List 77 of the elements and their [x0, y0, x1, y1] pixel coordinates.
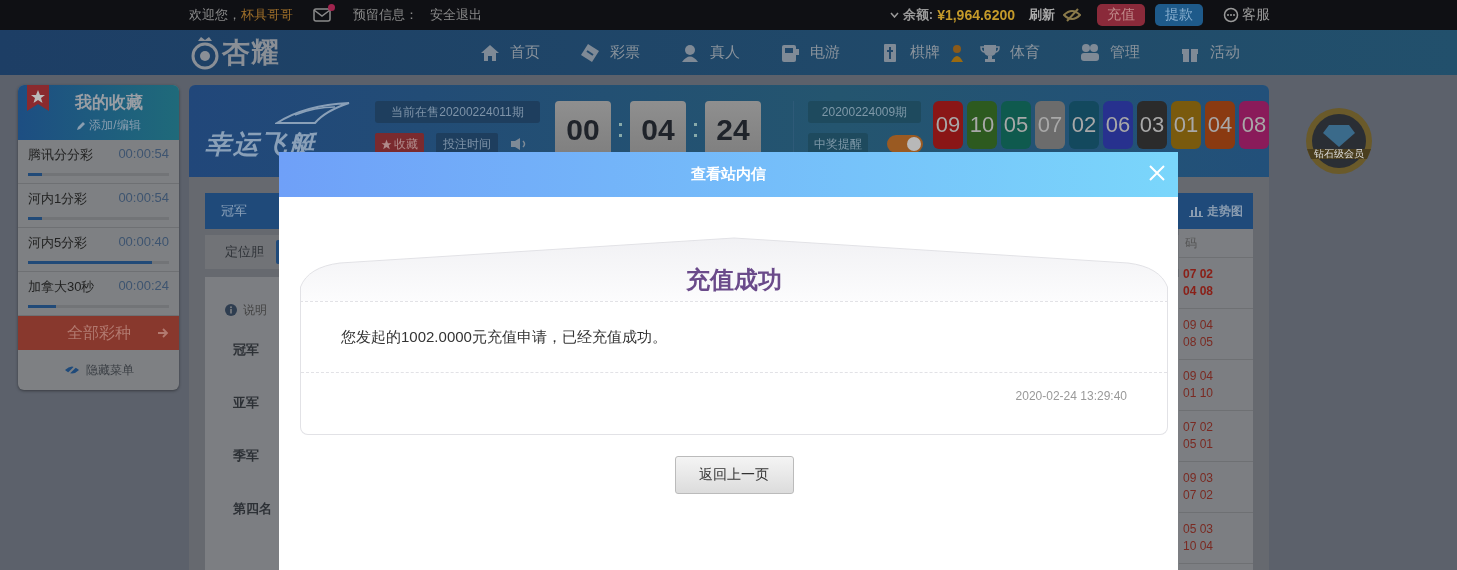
vip-label: 钻石级会员	[1313, 148, 1365, 160]
slot-icon[interactable]	[780, 42, 800, 63]
crown-emblem-icon	[190, 34, 220, 71]
close-icon[interactable]	[1148, 164, 1166, 182]
deposit-button[interactable]: 充值	[1097, 4, 1145, 26]
chat-icon[interactable]	[1223, 7, 1239, 23]
ticket-icon[interactable]	[580, 42, 600, 63]
back-button[interactable]: 返回上一页	[674, 456, 794, 494]
star-icon	[381, 138, 392, 150]
countdown-time: 00:00:40	[118, 234, 169, 251]
draw-numbers: 09 04 08 05	[1179, 309, 1253, 360]
draw-numbers: 07 02 04 08	[1179, 258, 1253, 309]
nav-item[interactable]: 棋牌	[910, 43, 940, 62]
hide-menu-link[interactable]: 隐藏菜单	[85, 361, 134, 379]
message-date: 2020-02-24 13:29:40	[1015, 389, 1127, 405]
site-logo[interactable]: 杏耀	[222, 33, 280, 72]
withdraw-button[interactable]: 提款	[1155, 4, 1203, 26]
bookmark-icon	[27, 85, 49, 111]
info-icon[interactable]	[225, 304, 237, 316]
home-icon[interactable]	[480, 42, 500, 63]
balance-label: 余额:	[902, 6, 934, 24]
nav-item[interactable]: 首页	[510, 43, 540, 62]
dialog-title: 查看站内信	[691, 165, 766, 184]
last-period: 20200224009期	[808, 101, 921, 123]
info-link[interactable]: 说明	[243, 301, 267, 319]
position-label: 亚军	[233, 393, 259, 412]
countdown-time: 00:00:54	[118, 146, 169, 163]
countdown-time: 00:00:54	[118, 190, 169, 207]
countdown-time: 00:00:24	[118, 278, 169, 295]
lottery-name[interactable]: 河内5分彩	[28, 234, 88, 252]
win-alert-label: 中奖提醒	[808, 133, 868, 155]
support-link[interactable]: 客服	[1242, 6, 1270, 24]
bar-chart-icon[interactable]	[1189, 205, 1203, 217]
trend-chart-link[interactable]: 走势图	[1207, 202, 1243, 220]
balance-value: ¥1,964.6200	[937, 7, 1015, 23]
eye-slash-icon[interactable]	[1063, 8, 1081, 22]
welcome-text: 欢迎您，	[189, 6, 241, 24]
refresh-link[interactable]: 刷新	[1029, 6, 1055, 24]
position-label: 冠军	[233, 340, 259, 359]
person-icon[interactable]	[680, 42, 700, 63]
toggle-switch[interactable]	[887, 135, 923, 153]
boat-icon	[275, 101, 350, 125]
message-title: 充值成功	[686, 265, 782, 295]
arrow-icon	[157, 327, 169, 339]
lottery-name[interactable]: 加拿大30秒	[28, 278, 95, 296]
users-icon[interactable]	[1080, 42, 1100, 63]
nav-item[interactable]: 体育	[1010, 43, 1040, 62]
reserved-info-label: 预留信息：	[353, 6, 418, 24]
draw-numbers: 07 02 05 01	[1179, 411, 1253, 462]
play-type-label: 定位胆	[225, 243, 264, 261]
figure-icon	[950, 43, 964, 62]
nav-item[interactable]: 活动	[1210, 43, 1240, 62]
position-label: 季军	[233, 446, 259, 465]
all-lotteries-button[interactable]: 全部彩种	[18, 316, 179, 350]
draw-numbers: 05 03 10 04	[1179, 513, 1253, 564]
username-link[interactable]: 杯具哥哥	[241, 6, 293, 24]
draw-numbers: 09 03 07 02	[1179, 462, 1253, 513]
caret-icon[interactable]	[889, 12, 899, 18]
edit-link[interactable]: 添加/编辑	[89, 117, 141, 134]
lottery-name[interactable]: 河内1分彩	[28, 190, 88, 208]
trophy-icon[interactable]	[980, 42, 1000, 63]
draw-numbers: 09 04 01 10	[1179, 360, 1253, 411]
current-period: 当前在售20200224011期	[375, 101, 540, 123]
favorite-button[interactable]: 收藏	[375, 133, 424, 155]
position-label: 第四名	[233, 499, 272, 518]
logout-link[interactable]: 安全退出	[430, 6, 482, 24]
pencil-icon[interactable]	[76, 120, 87, 131]
eye-slash-icon[interactable]	[63, 364, 80, 376]
message-text: 您发起的1002.0000元充值申请，已经充值成功。	[341, 327, 667, 347]
nav-item[interactable]: 彩票	[610, 43, 640, 62]
nav-item[interactable]: 管理	[1110, 43, 1140, 62]
mail-icon[interactable]	[313, 8, 331, 22]
bet-time-button[interactable]: 投注时间	[436, 133, 498, 155]
lottery-name[interactable]: 腾讯分分彩	[28, 146, 93, 164]
nav-item[interactable]: 电游	[810, 43, 840, 62]
favorites-title: 我的收藏	[74, 92, 143, 114]
nav-item[interactable]: 真人	[710, 43, 740, 62]
